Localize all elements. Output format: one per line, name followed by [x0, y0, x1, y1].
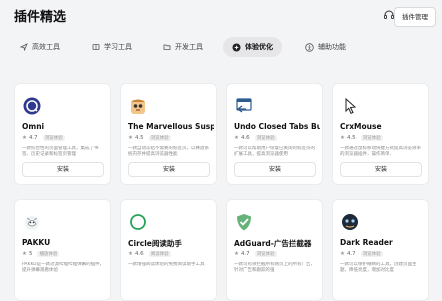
plugin-name: Undo Closed Tabs Bu...: [234, 122, 320, 131]
plugin-card[interactable]: AdGuard-广告拦截器 ★ 4.7 浏览体验 一款可有效拦截所有网页上的所有广告…: [226, 199, 323, 301]
star-icon: ★: [234, 251, 239, 257]
install-button[interactable]: 安装: [340, 162, 422, 177]
plugin-rating: ★ 5 播放体验: [22, 251, 60, 257]
install-button[interactable]: 安装: [234, 162, 316, 177]
plugin-description: 一款自动冻结不需要的标签页，以释放系统内存并提高浏览器性能: [128, 146, 209, 157]
undo-tabs-logo-icon: [236, 98, 252, 113]
plugin-card[interactable]: Circle阅读助手 ★ 4.6 阅读体验 一款增强阅读体验的免费阅读助手工具: [120, 199, 217, 301]
plugin-name: CrxMouse: [340, 122, 382, 131]
plugin-card[interactable]: Omni ★ 4.7 浏览体验 一款综合性的页面管理工具，集成了书签、历史记录和标签…: [14, 83, 111, 185]
plugin-rating: ★ 4.7 浏览体验: [340, 251, 383, 257]
category-badge: 浏览体验: [360, 251, 383, 257]
plugin-rating: ★ 4.7 浏览体验: [234, 251, 277, 257]
tab-label: 学习工具: [104, 43, 132, 51]
star-icon: ★: [22, 135, 27, 141]
category-badge: 阅读体验: [148, 251, 171, 257]
plugin-card[interactable]: The Marvellous Susp... ★4.5浏览体验 一款自动冻结不需…: [120, 83, 217, 185]
plugin-name: Dark Reader: [340, 238, 393, 247]
category-tabs: 高效工具 学习工具 开发工具 体验优化 辅助功能: [20, 37, 440, 57]
crxmouse-logo-icon: [345, 97, 357, 114]
tab-label: 体验优化: [245, 43, 273, 51]
tab-efficiency[interactable]: 高效工具: [20, 37, 60, 57]
pakku-logo-icon: [25, 216, 39, 230]
install-button[interactable]: 安装: [128, 162, 210, 177]
suspender-logo-icon: [131, 99, 145, 114]
tab-label: 高效工具: [32, 43, 60, 51]
darkreader-logo-icon: [342, 214, 358, 230]
plugin-description: PAKKU是一款过滤哔哩哔哩弹幕的插件，提升弹幕观看体验: [22, 262, 105, 273]
tab-label: 开发工具: [175, 43, 203, 51]
tab-development[interactable]: 开发工具: [163, 37, 203, 57]
plugin-rating: ★ 4.7 浏览体验: [22, 135, 65, 141]
star-icon: ★: [128, 135, 133, 141]
star-icon: ★: [22, 251, 27, 257]
category-badge: 浏览体验: [42, 135, 65, 141]
plugin-description: 一款增强阅读体验的免费阅读助手工具: [128, 262, 205, 267]
circle-logo-icon: [130, 214, 146, 230]
folder-icon: [163, 44, 171, 50]
plugin-rating: ★ 4.6 阅读体验: [128, 251, 171, 257]
plugin-description: 一款通过鼠标移动快捷方式提高浏览效率的浏览器插件，操作简单、: [340, 146, 421, 157]
tab-experience[interactable]: 体验优化: [223, 37, 282, 57]
plugin-rating: ★ 4.5 浏览体验: [128, 135, 171, 141]
header: 插件精选 插件管理: [0, 0, 442, 32]
category-badge: 播放体验: [37, 251, 60, 257]
category-badge: 浏览体验: [360, 135, 383, 141]
star-icon: ★: [234, 135, 239, 141]
tab-learning[interactable]: 学习工具: [92, 37, 132, 57]
omni-logo-icon: [23, 97, 41, 115]
category-badge: 浏览体验: [254, 135, 277, 141]
star-icon: ★: [340, 251, 345, 257]
adguard-logo-icon: [237, 214, 251, 231]
accessibility-icon: [305, 42, 314, 52]
page-title: 插件精选: [14, 10, 67, 25]
plugin-description: 一款可有效拦截所有网页上的所有广告，针对广告和跟踪的强: [234, 262, 315, 273]
plugin-manage-button[interactable]: 插件管理: [394, 7, 436, 27]
plugin-description: 一款可以保护眼睛的工具，创建页面主题，降低亮度，增加对比度: [340, 262, 417, 273]
plugin-card[interactable]: PAKKU ★ 5 播放体验 PAKKU是一款过滤哔哩哔哩弹幕的插件，提升弹幕观看体…: [14, 199, 111, 301]
sparkle-icon: [232, 43, 241, 51]
plugin-name: Circle阅读助手: [128, 239, 182, 248]
plugin-name: AdGuard-广告拦截器: [234, 239, 312, 248]
plugin-name: Omni: [22, 122, 45, 131]
plugin-card[interactable]: Dark Reader ★ 4.7 浏览体验 一款可以保护眼睛的工具，创建页面主题，…: [332, 199, 429, 301]
star-icon: ★: [340, 135, 345, 141]
plugin-description: 一款可以帮助用户恢复已关闭的标签页的扩展工具，提高浏览器使用: [234, 146, 315, 157]
plugin-rating: ★ 4.5 浏览体验: [340, 135, 383, 141]
plugin-name: PAKKU: [22, 238, 51, 247]
book-icon: [92, 44, 100, 50]
plugin-rating: ★ 4.6 浏览体验: [234, 135, 277, 141]
tab-accessibility[interactable]: 辅助功能: [305, 37, 346, 57]
tab-label: 辅助功能: [318, 43, 346, 51]
send-icon: [20, 43, 28, 51]
star-icon: ★: [128, 251, 133, 257]
category-badge: 浏览体验: [148, 135, 171, 141]
install-button[interactable]: 安装: [22, 162, 104, 177]
category-badge: 浏览体验: [254, 251, 277, 257]
plugin-card[interactable]: CrxMouse ★ 4.5 浏览体验 一款通过鼠标移动快捷方式提高浏览效率的浏览器…: [332, 83, 429, 185]
plugin-name: The Marvellous Susp...: [128, 122, 214, 131]
plugin-card[interactable]: Undo Closed Tabs Bu... ★4.6浏览体验 一款可以帮助用户…: [226, 83, 323, 185]
plugin-description: 一款综合性的页面管理工具，集成了书签、历史记录和标签页管理: [22, 146, 99, 157]
